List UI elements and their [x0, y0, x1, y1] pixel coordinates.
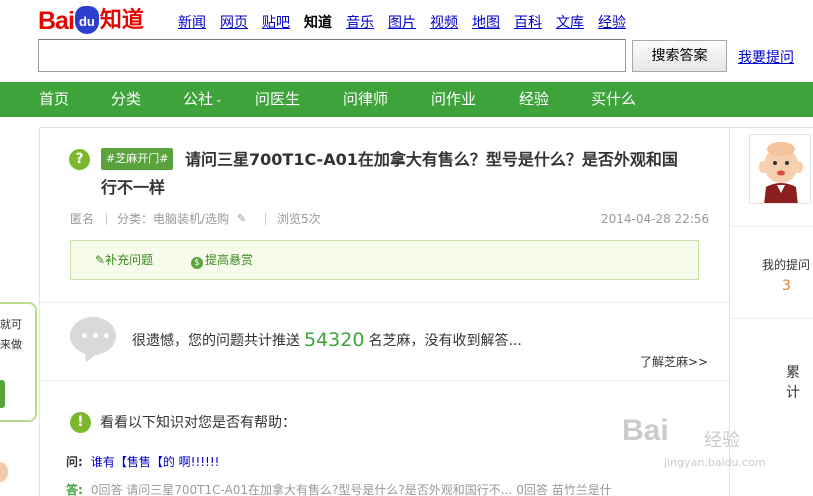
my-questions-label: 我的提问	[762, 258, 811, 272]
nav-jingyan[interactable]: 经验	[519, 82, 549, 117]
raise-reward-label: 提高悬赏	[205, 253, 254, 267]
avatar-figure-icon	[759, 142, 803, 203]
push-notice: 很遗憾，您的问题共计推送 54320 名芝麻，没有收到解答...	[132, 330, 522, 351]
top-nav-baike[interactable]: 百科	[514, 13, 542, 33]
cumulative-label: 累计	[786, 365, 800, 401]
question-views: 浏览5次	[277, 212, 321, 226]
search-answer-button[interactable]: 搜索答案	[632, 40, 727, 72]
user-avatar[interactable]	[749, 134, 811, 204]
learn-zhima-link[interactable]: 了解芝麻>>	[640, 353, 708, 370]
section-divider	[40, 302, 729, 303]
top-nav-wenku[interactable]: 文库	[556, 13, 584, 33]
coin-icon: $	[191, 257, 203, 269]
a-label: 答:	[66, 483, 83, 496]
edit-pencil-icon: ✎	[95, 253, 106, 267]
top-nav-tieba[interactable]: 贴吧	[262, 13, 290, 33]
left-widget-text-2: 来做	[0, 338, 22, 351]
nav-home[interactable]: 首页	[39, 82, 69, 117]
top-nav-images[interactable]: 图片	[388, 13, 416, 33]
q-label: 问:	[66, 455, 83, 469]
nav-ask-lawyer[interactable]: 问律师	[343, 82, 388, 117]
left-widget-button[interactable]	[0, 380, 5, 408]
top-nav-news[interactable]: 新闻	[178, 13, 206, 33]
related-answer: 答: 0回答 请问三星700T1C-A01在加拿大有售么?型号是什么?是否外观和国…	[66, 482, 612, 496]
meta-divider	[265, 213, 266, 225]
left-widget-text-1: 就可	[0, 318, 22, 331]
nav-community[interactable]: 公社 ⌄	[183, 82, 223, 117]
question-date: 2014-04-28 22:56	[601, 212, 710, 226]
nav-shopping[interactable]: 买什么	[591, 82, 636, 117]
question-title: 请问三星700T1C-A01在加拿大有售么？型号是什么？是否外观和国	[185, 150, 678, 169]
sidebar-divider	[731, 318, 813, 319]
top-nav-web[interactable]: 网页	[220, 13, 248, 33]
push-notice-prefix: 很遗憾，您的问题共计推送	[132, 333, 300, 349]
mascot-icon	[0, 462, 8, 482]
related-answer-text[interactable]: 0回答 请问三星700T1C-A01在加拿大有售么?型号是什么?是否外观和国行不…	[91, 483, 512, 496]
chevron-down-icon: ⌄	[215, 95, 223, 105]
related-heading: 看看以下知识对您是否有帮助：	[100, 415, 296, 431]
meta-divider	[106, 213, 107, 225]
related-question: 问: 谁有【售售【的 啊!!!!!!	[66, 454, 220, 470]
question-mark-icon: ?	[69, 149, 90, 170]
ask-question-link[interactable]: 我要提问	[738, 47, 794, 67]
push-notice-suffix: 名芝麻，没有收到解答...	[368, 333, 522, 349]
nav-ask-homework[interactable]: 问作业	[431, 82, 476, 117]
question-category[interactable]: 分类：电脑装机/选购	[117, 211, 229, 227]
related-question-link[interactable]: 谁有【售售【的 啊!!!!!!	[91, 455, 220, 469]
my-questions-count[interactable]: 3	[782, 278, 791, 294]
main-nav-bar: 首页 分类 公社 ⌄ 问医生 问律师 问作业 经验 买什么	[0, 82, 813, 117]
top-nav-video[interactable]: 视频	[430, 13, 458, 33]
top-nav-zhidao[interactable]: 知道	[304, 13, 332, 33]
chat-dots: •••	[80, 329, 113, 345]
baidu-zhidao-logo[interactable]: Bai du 知道	[38, 0, 144, 36]
section-divider	[40, 380, 729, 381]
sidebar-divider	[731, 226, 813, 227]
raise-reward-button[interactable]: $ 提高悬赏	[191, 252, 253, 269]
pencil-icon[interactable]: ✎	[237, 212, 246, 225]
nav-ask-doctor[interactable]: 问医生	[255, 82, 300, 117]
supplement-question-label: 补充问题	[105, 253, 154, 267]
logo-zhidao-text: 知道	[99, 8, 144, 33]
nav-category[interactable]: 分类	[111, 82, 141, 117]
logo-paw-icon: du	[74, 6, 99, 34]
push-count: 54320	[304, 329, 365, 351]
related-answer-meta: 0回答 苗竹兰是什	[516, 483, 612, 496]
top-nav-music[interactable]: 音乐	[346, 13, 374, 33]
search-input[interactable]	[38, 39, 626, 72]
question-title-cont: 行不一样	[101, 178, 166, 197]
supplement-question-button[interactable]: ✎补充问题	[95, 252, 153, 268]
question-actions-box: ✎补充问题 $ 提高悬赏	[70, 240, 699, 280]
zhima-tag[interactable]: #芝麻开门#	[101, 148, 174, 170]
logo-bai-text: Bai	[38, 7, 75, 35]
top-nav-map[interactable]: 地图	[472, 13, 500, 33]
nav-community-label: 公社	[183, 90, 214, 108]
exclamation-icon: !	[70, 412, 91, 433]
question-author: 匿名	[70, 212, 95, 226]
top-nav: 新闻 网页 贴吧 知道 音乐 图片 视频 地图 百科 文库 经验	[178, 13, 640, 33]
top-nav-jingyan[interactable]: 经验	[598, 13, 626, 33]
